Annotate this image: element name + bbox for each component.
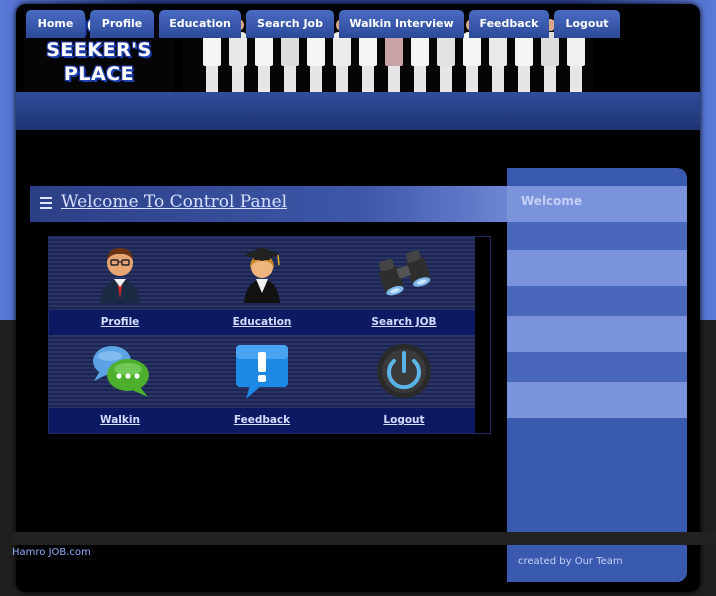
- exclamation-bubble-icon: [236, 345, 288, 399]
- binoculars-icon: [379, 250, 431, 296]
- graduate-icon: [244, 247, 280, 303]
- power-icon: [377, 344, 431, 398]
- nav-feedback[interactable]: Feedback: [469, 10, 549, 38]
- tile-search-job-label[interactable]: Search JOB: [333, 310, 475, 335]
- nav-profile[interactable]: Profile: [90, 10, 154, 38]
- list-menu-icon: [40, 197, 52, 209]
- tile-feedback-label[interactable]: Feedback: [191, 408, 333, 433]
- logo-line-3: PLACE: [63, 63, 135, 85]
- footer-bar: [12, 532, 716, 545]
- nav-search-job[interactable]: Search Job: [246, 10, 334, 38]
- tile-logout[interactable]: Logout: [333, 335, 475, 433]
- tile-profile-label[interactable]: Profile: [49, 310, 191, 335]
- sidebar-panel: Welcome created by Our Team: [507, 168, 687, 582]
- tile-walkin[interactable]: Walkin: [49, 335, 192, 433]
- dashboard-tile-grid: Profile Education Search JOB Walkin Feed…: [48, 236, 491, 434]
- nav-walkin-interview[interactable]: Walkin Interview: [339, 10, 464, 38]
- businessman-icon: [100, 248, 140, 303]
- tile-search-job[interactable]: Search JOB: [333, 237, 475, 335]
- panel-title-link[interactable]: Welcome To Control Panel: [61, 192, 287, 212]
- nav-education[interactable]: Education: [159, 10, 241, 38]
- tile-profile[interactable]: Profile: [49, 237, 192, 335]
- tile-education-label[interactable]: Education: [191, 310, 333, 335]
- nav-logout[interactable]: Logout: [554, 10, 620, 38]
- chat-bubbles-icon: [93, 346, 149, 397]
- footer-site-name: Hamro JOB.com: [12, 547, 91, 558]
- logo-line-2: SEEKER'S: [46, 39, 152, 61]
- panel-header: Welcome To Control Panel: [30, 186, 508, 222]
- tile-logout-label[interactable]: Logout: [333, 408, 475, 433]
- sidebar-title: Welcome: [521, 194, 583, 208]
- tile-education[interactable]: Education: [191, 237, 334, 335]
- tile-feedback[interactable]: Feedback: [191, 335, 334, 433]
- sidebar-credit: created by Our Team: [518, 556, 623, 567]
- nav-home[interactable]: Home: [26, 10, 85, 38]
- main-navigation: [16, 92, 700, 130]
- tile-walkin-label[interactable]: Walkin: [49, 408, 191, 433]
